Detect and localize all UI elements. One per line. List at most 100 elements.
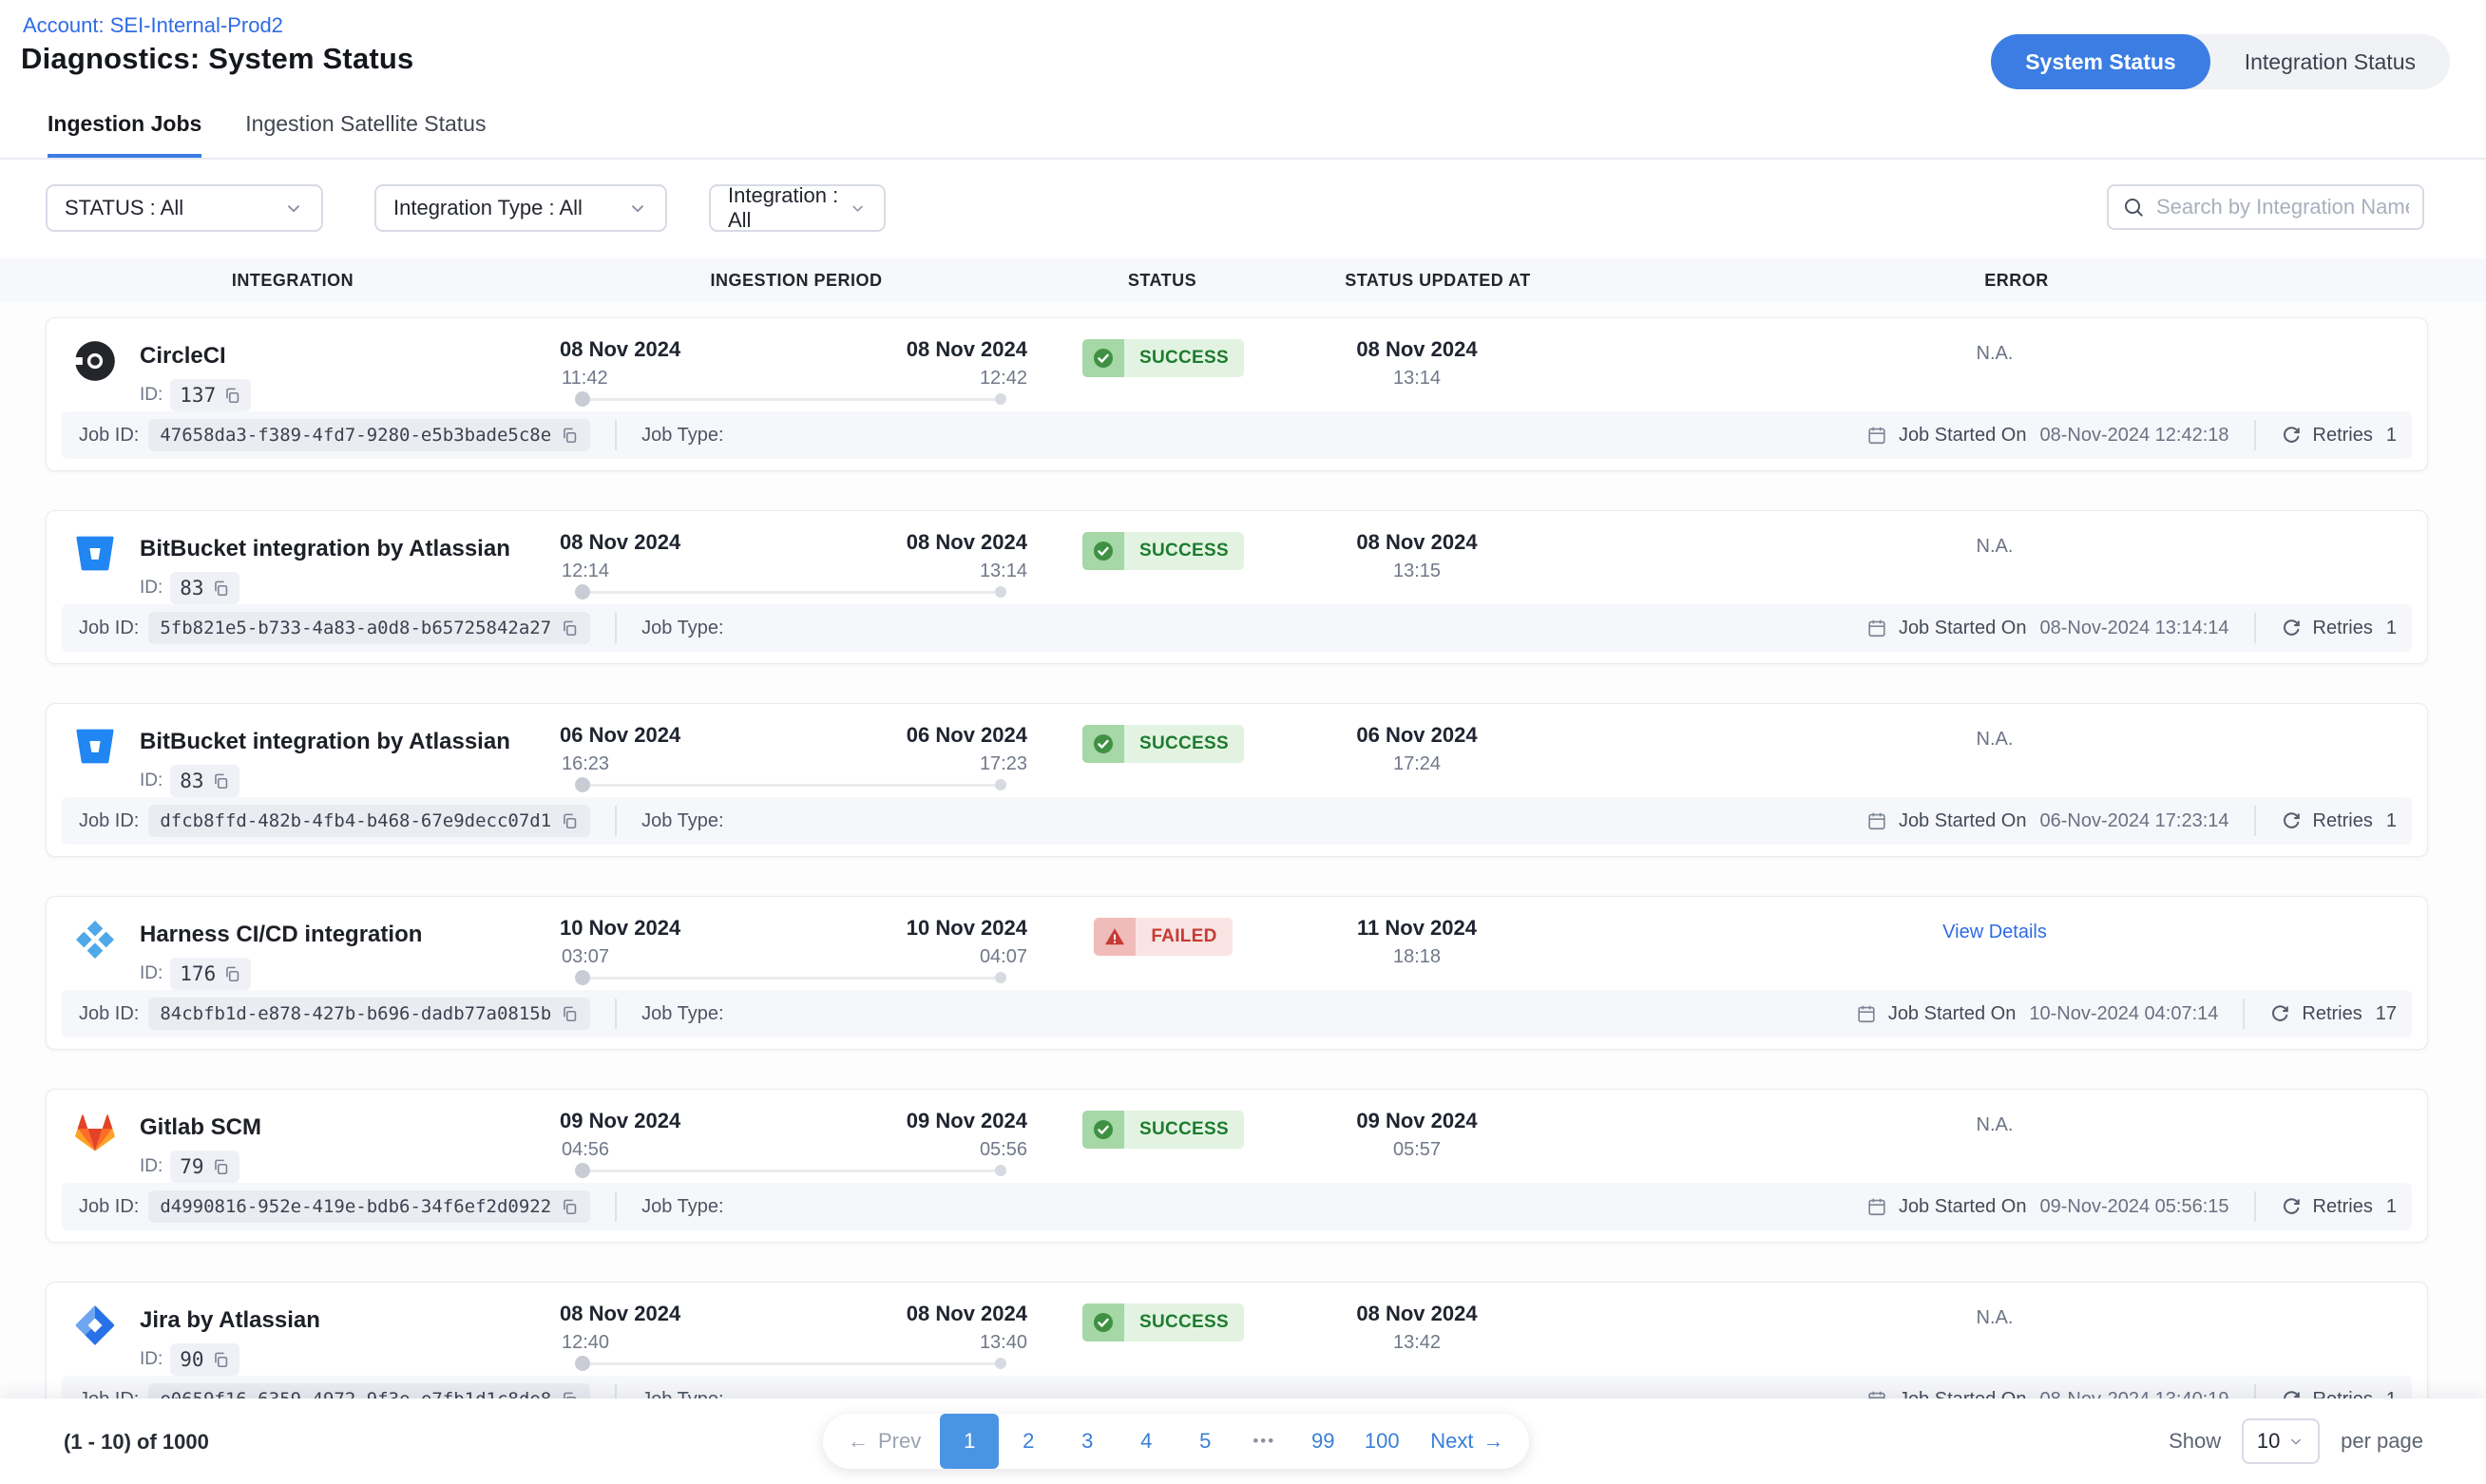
retries-label: Retries (2302, 1003, 2362, 1025)
status-updated-date: 08 Nov 2024 (1274, 337, 1559, 362)
slider-start-handle[interactable] (575, 1163, 590, 1178)
account-breadcrumb-link[interactable]: Account: SEI-Internal-Prod2 (23, 13, 283, 38)
integration-id-value: 83 (180, 770, 203, 792)
integration-id-chip[interactable]: 176 (170, 958, 251, 990)
ingestion-period-start: 06 Nov 2024 16:23 (560, 723, 680, 775)
slider-end-handle[interactable] (995, 1358, 1006, 1369)
status-updated-date: 08 Nov 2024 (1274, 1302, 1559, 1326)
job-id-chip[interactable]: 84cbfb1d-e878-427b-b696-dadb77a0815b (148, 998, 590, 1030)
copy-icon[interactable] (561, 1198, 579, 1216)
next-page-button[interactable]: Next → (1411, 1414, 1522, 1469)
ingestion-period-slider[interactable] (583, 1362, 1001, 1365)
page-ellipsis[interactable]: ••• (1234, 1414, 1293, 1469)
error-na-text: N.A. (1748, 729, 2242, 751)
integration-id-label: ID: (140, 771, 163, 791)
job-id-value: 5fb821e5-b733-4a83-a0d8-b65725842a27 (160, 618, 551, 638)
tab-ingestion-satellite-status[interactable]: Ingestion Satellite Status (245, 111, 486, 158)
chevron-down-icon (849, 198, 867, 219)
integration-id-chip[interactable]: 83 (170, 765, 239, 797)
status-updated-at: 11 Nov 2024 18:18 (1274, 916, 1559, 968)
job-started-label: Job Started On (1899, 425, 2027, 447)
prev-page-button[interactable]: ← Prev (829, 1414, 940, 1469)
status-filter-dropdown[interactable]: STATUS : All (46, 184, 323, 232)
integration-id-label: ID: (140, 1156, 163, 1177)
chevron-down-icon (283, 198, 304, 219)
ingestion-period-start: 08 Nov 2024 12:14 (560, 530, 680, 582)
toggle-system-status[interactable]: System Status (1991, 34, 2210, 89)
page-button-3[interactable]: 3 (1058, 1414, 1117, 1469)
slider-start-handle[interactable] (575, 584, 590, 599)
integration-id-chip[interactable]: 83 (170, 572, 239, 604)
page-button-99[interactable]: 99 (1293, 1414, 1352, 1469)
search-input[interactable] (2156, 195, 2409, 219)
page-size-select[interactable]: 10 (2242, 1418, 2320, 1464)
integration-id-chip[interactable]: 79 (170, 1151, 239, 1183)
job-id-chip[interactable]: d4990816-952e-419e-bdb6-34f6ef2d0922 (148, 1190, 590, 1223)
job-id-chip[interactable]: dfcb8ffd-482b-4fb4-b468-67e9decc07d1 (148, 805, 590, 837)
copy-icon[interactable] (561, 1005, 579, 1023)
slider-end-handle[interactable] (995, 972, 1006, 983)
job-started-value: 09-Nov-2024 05:56:15 (2039, 1196, 2228, 1218)
check-circle-icon (1082, 1111, 1124, 1149)
job-type-label: Job Type: (641, 618, 723, 639)
slider-start-handle[interactable] (575, 1356, 590, 1371)
slider-end-handle[interactable] (995, 393, 1006, 405)
copy-icon[interactable] (212, 1158, 230, 1176)
slider-start-handle[interactable] (575, 777, 590, 792)
job-id-label: Job ID: (79, 618, 139, 639)
slider-start-handle[interactable] (575, 391, 590, 407)
integration-id-chip[interactable]: 137 (170, 379, 251, 411)
retries-value: 1 (2386, 1196, 2397, 1218)
ingestion-period-end: 06 Nov 2024 17:23 (837, 723, 1027, 775)
ingestion-period-slider[interactable] (583, 977, 1001, 980)
ingestion-period-slider[interactable] (583, 1170, 1001, 1172)
toggle-integration-status[interactable]: Integration Status (2210, 34, 2450, 89)
page-button-5[interactable]: 5 (1176, 1414, 1234, 1469)
retries-label: Retries (2313, 425, 2373, 447)
copy-icon[interactable] (561, 619, 579, 637)
status-badge: SUCCESS (1082, 532, 1244, 570)
copy-icon[interactable] (223, 387, 241, 405)
ingestion-job-row: CircleCI ID: 137 08 Nov 2024 11:42 08 No… (46, 317, 2428, 471)
ingestion-period-slider[interactable] (583, 398, 1001, 401)
copy-icon[interactable] (212, 580, 230, 598)
period-end-date: 08 Nov 2024 (837, 1302, 1027, 1326)
job-id-value: 84cbfb1d-e878-427b-b696-dadb77a0815b (160, 1003, 551, 1024)
warning-triangle-icon (1103, 925, 1126, 948)
integration-filter-dropdown[interactable]: Integration : All (709, 184, 886, 232)
page-button-1[interactable]: 1 (940, 1414, 999, 1469)
page-button-100[interactable]: 100 (1352, 1414, 1411, 1469)
period-start-time: 03:07 (560, 946, 680, 968)
slider-end-handle[interactable] (995, 586, 1006, 598)
period-start-time: 16:23 (560, 753, 680, 775)
ingestion-period-slider[interactable] (583, 591, 1001, 594)
tab-ingestion-jobs[interactable]: Ingestion Jobs (48, 111, 201, 158)
integration-type-filter-dropdown[interactable]: Integration Type : All (374, 184, 667, 232)
status-updated-at: 08 Nov 2024 13:42 (1274, 1302, 1559, 1354)
page-button-4[interactable]: 4 (1117, 1414, 1176, 1469)
integration-id-chip[interactable]: 90 (170, 1343, 239, 1376)
slider-start-handle[interactable] (575, 970, 590, 985)
slider-end-handle[interactable] (995, 779, 1006, 790)
ingestion-period-end: 08 Nov 2024 12:42 (837, 337, 1027, 390)
job-meta-strip: Job ID: 84cbfb1d-e878-427b-b696-dadb77a0… (62, 990, 2412, 1037)
check-circle-icon (1092, 1311, 1115, 1334)
job-id-chip[interactable]: 47658da3-f389-4fd7-9280-e5b3bade5c8e (148, 419, 590, 451)
copy-icon[interactable] (212, 772, 230, 790)
job-meta-strip: Job ID: 5fb821e5-b733-4a83-a0d8-b6572584… (62, 604, 2412, 652)
slider-end-handle[interactable] (995, 1165, 1006, 1176)
status-updated-at: 06 Nov 2024 17:24 (1274, 723, 1559, 775)
page-button-2[interactable]: 2 (999, 1414, 1058, 1469)
view-details-link[interactable]: View Details (1748, 922, 2242, 943)
job-id-chip[interactable]: 5fb821e5-b733-4a83-a0d8-b65725842a27 (148, 612, 590, 644)
ingestion-period-end: 08 Nov 2024 13:14 (837, 530, 1027, 582)
copy-icon[interactable] (561, 812, 579, 830)
copy-icon[interactable] (561, 427, 579, 445)
period-end-time: 05:56 (837, 1139, 1027, 1161)
copy-icon[interactable] (212, 1351, 230, 1369)
calendar-icon (1866, 425, 1887, 446)
copy-icon[interactable] (223, 965, 241, 983)
retries-value: 1 (2386, 425, 2397, 447)
ingestion-period-slider[interactable] (583, 784, 1001, 787)
page-title: Diagnostics: System Status (21, 42, 413, 76)
